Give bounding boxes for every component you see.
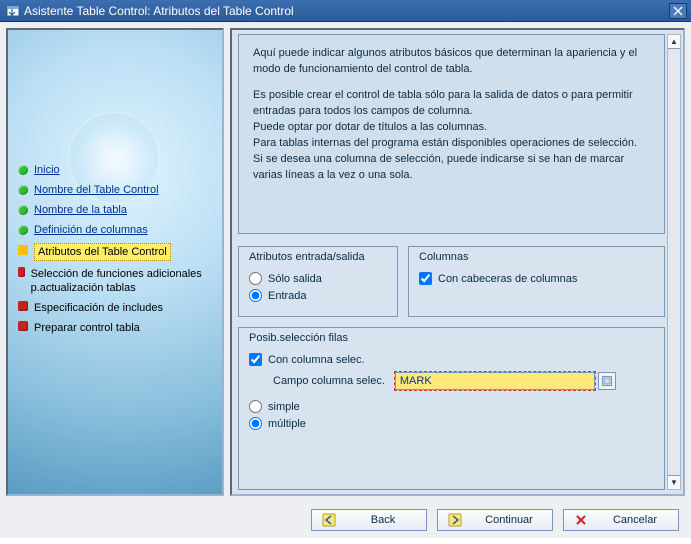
step-done-icon xyxy=(18,225,28,235)
window-icon xyxy=(6,4,20,18)
radio-input[interactable] xyxy=(249,417,262,430)
checkbox-label: Con columna selec. xyxy=(268,354,365,366)
step-done-icon xyxy=(18,185,28,195)
checkbox-input[interactable] xyxy=(419,272,432,285)
titlebar: Asistente Table Control: Atributos del T… xyxy=(0,0,691,22)
instruction-text: Aquí puede indicar algunos atributos bás… xyxy=(253,45,650,77)
wizard-step[interactable]: Nombre del Table Control xyxy=(14,180,218,200)
button-label: Continuar xyxy=(476,514,542,526)
group-title: Columnas xyxy=(419,251,654,266)
wizard-step-label: Atributos del Table Control xyxy=(34,243,171,261)
step-todo-icon xyxy=(18,321,28,331)
radio-input-mode[interactable]: Entrada xyxy=(249,289,387,302)
cancel-button[interactable]: Cancelar xyxy=(563,509,679,531)
button-label: Cancelar xyxy=(602,514,668,526)
field-sel-column-name: Campo columna selec. xyxy=(273,372,654,390)
back-icon xyxy=(322,513,336,527)
checkbox-input[interactable] xyxy=(249,353,262,366)
wizard-step: Selección de funciones adicionales p.act… xyxy=(14,264,218,298)
checkbox-with-sel-column[interactable]: Con columna selec. xyxy=(249,353,654,366)
sel-column-input[interactable] xyxy=(395,372,595,390)
step-todo-icon xyxy=(18,267,25,277)
radio-label: Sólo salida xyxy=(268,273,322,285)
wizard-step-current: Atributos del Table Control xyxy=(14,240,218,264)
wizard-step: Preparar control tabla xyxy=(14,318,218,338)
radio-label: Entrada xyxy=(268,290,307,302)
radio-output-only[interactable]: Sólo salida xyxy=(249,272,387,285)
wizard-nav: Inicio Nombre del Table Control Nombre d… xyxy=(6,28,224,496)
scroll-down-icon[interactable]: ▼ xyxy=(668,475,680,489)
wizard-step-label[interactable]: Nombre de la tabla xyxy=(34,203,127,217)
window-title: Asistente Table Control: Atributos del T… xyxy=(24,4,669,18)
wizard-step: Especificación de includes xyxy=(14,298,218,318)
back-button[interactable]: Back xyxy=(311,509,427,531)
radio-input[interactable] xyxy=(249,272,262,285)
button-label: Back xyxy=(350,514,416,526)
step-done-icon xyxy=(18,165,28,175)
step-todo-icon xyxy=(18,301,28,311)
value-help-button[interactable] xyxy=(598,372,616,390)
wizard-footer: Back Continuar Cancelar xyxy=(0,502,691,538)
group-title: Posib.selección filas xyxy=(249,332,654,347)
wizard-step[interactable]: Definición de columnas xyxy=(14,220,218,240)
checkbox-column-headers[interactable]: Con cabeceras de columnas xyxy=(419,272,654,285)
checkbox-label: Con cabeceras de columnas xyxy=(438,273,577,285)
instruction-text: Si se desea una columna de selección, pu… xyxy=(253,151,650,183)
wizard-page: ▲ ▼ Aquí puede indicar algunos atributos… xyxy=(230,28,685,496)
radio-multi-select[interactable]: múltiple xyxy=(249,417,654,430)
scroll-up-icon[interactable]: ▲ xyxy=(668,35,680,49)
radio-label: simple xyxy=(268,401,300,413)
wizard-step-label: Selección de funciones adicionales p.act… xyxy=(31,267,214,295)
radio-single-select[interactable]: simple xyxy=(249,400,654,413)
group-io-attributes: Atributos entrada/salida Sólo salida Ent… xyxy=(238,246,398,317)
instruction-text: Es posible crear el control de tabla sól… xyxy=(253,87,650,119)
instructions-panel: Aquí puede indicar algunos atributos bás… xyxy=(238,34,665,234)
continue-button[interactable]: Continuar xyxy=(437,509,553,531)
radio-label: múltiple xyxy=(268,418,306,430)
group-row-selection: Posib.selección filas Con columna selec.… xyxy=(238,327,665,490)
radio-input[interactable] xyxy=(249,400,262,413)
wizard-step-label: Especificación de includes xyxy=(34,301,163,315)
instruction-text: Para tablas internas del programa están … xyxy=(253,135,650,151)
wizard-step[interactable]: Inicio xyxy=(14,160,218,180)
radio-input[interactable] xyxy=(249,289,262,302)
groupbox-row: Atributos entrada/salida Sólo salida Ent… xyxy=(238,246,665,317)
wizard-step[interactable]: Nombre de la tabla xyxy=(14,200,218,220)
close-button[interactable] xyxy=(669,3,687,19)
step-current-icon xyxy=(18,245,28,255)
group-title: Atributos entrada/salida xyxy=(249,251,387,266)
wizard-step-label: Preparar control tabla xyxy=(34,321,140,335)
wizard-step-label[interactable]: Nombre del Table Control xyxy=(34,183,159,197)
scrollbar[interactable]: ▲ ▼ xyxy=(667,34,681,490)
wizard-step-label[interactable]: Inicio xyxy=(34,163,60,177)
work-area: Inicio Nombre del Table Control Nombre d… xyxy=(0,22,691,502)
continue-icon xyxy=(448,513,462,527)
field-label: Campo columna selec. xyxy=(273,375,385,387)
group-columns: Columnas Con cabeceras de columnas xyxy=(408,246,665,317)
wizard-step-label[interactable]: Definición de columnas xyxy=(34,223,148,237)
instruction-text: Puede optar por dotar de títulos a las c… xyxy=(253,119,650,135)
wizard-step-list: Inicio Nombre del Table Control Nombre d… xyxy=(14,160,218,338)
step-done-icon xyxy=(18,205,28,215)
cancel-icon xyxy=(574,513,588,527)
